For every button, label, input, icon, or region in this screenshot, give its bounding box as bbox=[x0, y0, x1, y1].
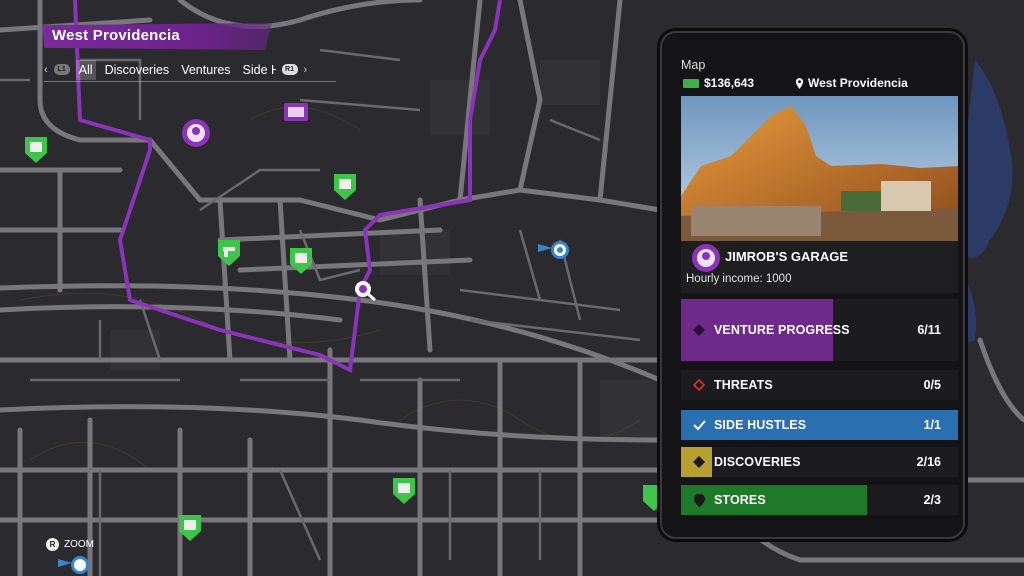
shield-icon bbox=[692, 493, 706, 507]
diamond-filled-icon bbox=[692, 455, 706, 469]
phone-panel: Map $136,643 West Providencia JIMROB'S G… bbox=[660, 31, 965, 539]
phone-screen: Map $136,643 West Providencia JIMROB'S G… bbox=[670, 43, 958, 529]
stat-label: THREATS bbox=[714, 378, 773, 392]
chevron-left-icon: ‹ bbox=[44, 63, 48, 76]
stat-row-threats[interactable]: THREATS 0/5 bbox=[681, 370, 958, 400]
hourly-income: Hourly income: 1000 bbox=[686, 273, 792, 285]
cash-amount: $136,643 bbox=[704, 76, 755, 90]
stat-value: 2/16 bbox=[916, 455, 941, 469]
building-marker bbox=[284, 103, 308, 121]
check-icon bbox=[692, 418, 706, 432]
stat-row-stores[interactable]: STORES 2/3 bbox=[681, 485, 958, 515]
filter-tab-side-hustles[interactable]: Side Hustles bbox=[240, 60, 276, 80]
stat-value: 1/1 bbox=[923, 418, 941, 432]
stat-label: DISCOVERIES bbox=[714, 455, 801, 469]
cash-display: $136,643 bbox=[683, 76, 754, 90]
diamond-outline-icon bbox=[692, 378, 706, 392]
l1-button-icon[interactable]: L1 bbox=[53, 64, 70, 75]
filter-tab-all[interactable]: All bbox=[75, 59, 96, 80]
stat-row-side-hustles[interactable]: SIDE HUSTLES 1/1 bbox=[681, 410, 958, 440]
stat-label: VENTURE PROGRESS bbox=[714, 323, 850, 337]
stat-row-venture-progress[interactable]: VENTURE PROGRESS 6/11 bbox=[681, 299, 958, 361]
filter-tab-discoveries[interactable]: Discoveries bbox=[102, 60, 173, 80]
r-button-icon: R bbox=[46, 538, 59, 551]
chevron-right-icon: › bbox=[303, 63, 308, 76]
location-display: West Providencia bbox=[795, 76, 908, 90]
cash-icon bbox=[683, 78, 699, 88]
stat-value: 0/5 bbox=[923, 378, 941, 392]
venture-name: JIMROB'S GARAGE bbox=[725, 249, 848, 264]
location-name: West Providencia bbox=[808, 76, 908, 90]
stat-value: 2/3 bbox=[923, 493, 941, 507]
stat-label: STORES bbox=[714, 493, 766, 507]
stat-value: 6/11 bbox=[917, 323, 941, 337]
stat-row-discoveries[interactable]: DISCOVERIES 2/16 bbox=[681, 447, 958, 477]
zoom-hint: R ZOOM bbox=[46, 538, 94, 551]
stat-label: SIDE HUSTLES bbox=[714, 418, 807, 432]
location-pin-icon bbox=[795, 77, 804, 89]
stat-progress-fill bbox=[681, 485, 867, 515]
diamond-icon bbox=[692, 323, 706, 337]
venture-icon bbox=[692, 244, 720, 272]
region-title: West Providencia bbox=[52, 27, 180, 44]
venture-marker bbox=[182, 119, 210, 147]
map-filter-bar: ‹ L1 All Discoveries Ventures Side Hustl… bbox=[44, 58, 336, 82]
venture-header: JIMROB'S GARAGE Hourly income: 1000 bbox=[681, 241, 958, 293]
filter-tab-ventures[interactable]: Ventures bbox=[178, 60, 233, 80]
app-title: Map bbox=[681, 58, 706, 72]
zoom-label: ZOOM bbox=[64, 539, 94, 550]
r1-button-icon[interactable]: R1 bbox=[281, 64, 298, 75]
venture-photo bbox=[681, 96, 958, 241]
